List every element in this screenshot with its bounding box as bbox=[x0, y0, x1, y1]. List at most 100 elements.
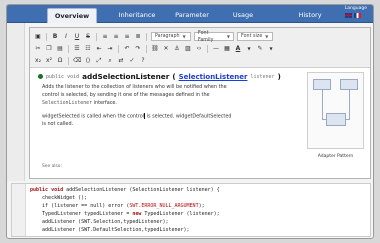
figure-caption: Adapter Pattern bbox=[317, 154, 354, 159]
method-modifiers: public void bbox=[46, 73, 80, 80]
paste-icon[interactable]: ▤ bbox=[56, 45, 64, 53]
code-text: TypedListener (listener); bbox=[141, 211, 220, 217]
code-text: TypedListener typedListener = bbox=[30, 211, 133, 217]
copy-icon[interactable]: ❐ bbox=[45, 45, 53, 53]
editor-content[interactable]: public void addSelectionListener ( Selec… bbox=[30, 69, 370, 178]
description-line: control is selected, by sending it one o… bbox=[42, 92, 210, 98]
rich-text-editor[interactable]: ▣ B I U S ≡ ≡ ≡ ≣ Paragraph ▼ Font Family… bbox=[29, 27, 371, 179]
tab-inheritance[interactable]: Inheritance bbox=[115, 8, 159, 23]
spellcheck-icon[interactable]: ✓ bbox=[128, 57, 136, 65]
indent-icon[interactable]: ⇥ bbox=[106, 45, 114, 53]
source-icon[interactable]: ⟨⟩ bbox=[84, 57, 92, 65]
special-char-icon[interactable]: Ω bbox=[56, 57, 64, 65]
text-cursor bbox=[144, 113, 146, 119]
code-line: addListener (SWT.Selection,typedListener… bbox=[30, 219, 169, 225]
highlight-color-icon[interactable]: ✎ bbox=[256, 45, 264, 53]
font-family-select[interactable]: Font Family ▼ bbox=[194, 30, 234, 43]
align-center-icon[interactable]: ≡ bbox=[112, 33, 120, 41]
method-bullet-icon bbox=[38, 74, 43, 79]
replace-icon[interactable]: ⇄ bbox=[117, 57, 125, 65]
code-text: addSelectionListener (SelectionListener … bbox=[63, 187, 220, 193]
param-name: listener bbox=[250, 73, 275, 80]
outdent-icon[interactable]: ⇤ bbox=[95, 45, 103, 53]
description-line: SelectionListener interface. bbox=[42, 100, 278, 108]
chevron-down-icon: ▼ bbox=[265, 34, 269, 39]
underline-icon[interactable]: U bbox=[73, 33, 81, 41]
superscript-icon[interactable]: x² bbox=[45, 57, 53, 65]
anchor-icon[interactable]: ⚓ bbox=[173, 45, 181, 53]
undo-icon[interactable]: ↶ bbox=[123, 45, 131, 53]
see-also-label: See also: bbox=[42, 164, 62, 169]
tab-bar: Overview Inheritance Parameter Usage His… bbox=[7, 5, 373, 23]
table-icon[interactable]: ▦ bbox=[223, 45, 231, 53]
chevron-down-icon[interactable]: ▼ bbox=[267, 45, 275, 53]
adapter-pattern-diagram-image bbox=[307, 72, 364, 149]
code-constant: SWT.ERROR_NULL_ARGUMENT bbox=[129, 203, 199, 209]
redo-icon[interactable]: ↷ bbox=[134, 45, 142, 53]
image-icon[interactable]: ▨ bbox=[184, 45, 192, 53]
code-icon[interactable]: ‹› bbox=[195, 45, 203, 53]
help-icon[interactable]: ? bbox=[139, 57, 147, 65]
link-icon[interactable]: ⛓ bbox=[151, 45, 159, 53]
italic-icon[interactable]: I bbox=[62, 33, 70, 41]
code-line: checkWidget (); bbox=[30, 195, 88, 201]
align-justify-icon[interactable]: ≣ bbox=[134, 33, 142, 41]
diagram-connector bbox=[322, 90, 323, 119]
code-keyword: public void bbox=[30, 187, 64, 193]
horizontal-rule-icon[interactable]: — bbox=[212, 45, 220, 53]
tab-usage[interactable]: Usage bbox=[227, 8, 259, 23]
diagram-connector bbox=[346, 119, 350, 120]
paragraph-select[interactable]: Paragraph ▼ bbox=[151, 32, 191, 41]
bullet-list-icon[interactable]: ☰ bbox=[73, 45, 81, 53]
bold-icon[interactable]: B bbox=[51, 33, 59, 41]
font-family-select-label: Font Family bbox=[198, 30, 214, 43]
diagram-connector bbox=[349, 90, 350, 119]
text-color-icon[interactable]: A bbox=[234, 45, 242, 53]
editor-toolbar: ▣ B I U S ≡ ≡ ≡ ≣ Paragraph ▼ Font Family… bbox=[30, 28, 370, 68]
toolbar-separator bbox=[96, 32, 97, 41]
subscript-icon[interactable]: x₂ bbox=[34, 57, 42, 65]
diagram-class-box bbox=[326, 113, 346, 126]
cut-icon[interactable]: ✂ bbox=[34, 45, 42, 53]
description-text: widgetDefaultSelected bbox=[175, 113, 232, 120]
unlink-icon[interactable]: ✕ bbox=[162, 45, 170, 53]
code-line: TypedListener typedListener = new TypedL… bbox=[30, 211, 220, 217]
align-left-icon[interactable]: ≡ bbox=[101, 33, 109, 41]
tab-overview[interactable]: Overview bbox=[47, 8, 97, 23]
numbered-list-icon[interactable]: ☷ bbox=[84, 45, 92, 53]
app-window: Overview Inheritance Parameter Usage His… bbox=[6, 4, 374, 239]
toolbar-separator bbox=[146, 44, 147, 53]
left-gutter bbox=[7, 23, 25, 181]
save-icon[interactable]: ▣ bbox=[34, 33, 42, 41]
fullscreen-icon[interactable]: ⤢ bbox=[95, 57, 103, 65]
strikethrough-icon[interactable]: S bbox=[84, 33, 92, 41]
description-text: widgetSelected is called when the contro… bbox=[42, 113, 145, 120]
source-code-view[interactable]: public void addSelectionListener (Select… bbox=[11, 183, 371, 237]
method-open-paren: ( bbox=[172, 72, 176, 81]
france-flag-icon[interactable] bbox=[353, 13, 361, 18]
method-signature: public void addSelectionListener ( Selec… bbox=[38, 72, 281, 81]
diagram-connector bbox=[322, 119, 326, 120]
chevron-down-icon[interactable]: ▼ bbox=[245, 45, 253, 53]
toolbar-separator bbox=[146, 32, 147, 41]
code-gutter bbox=[12, 184, 26, 236]
tab-parameter[interactable]: Parameter bbox=[171, 8, 213, 23]
param-type-link[interactable]: SelectionListener bbox=[179, 73, 248, 81]
chevron-down-icon: ▼ bbox=[226, 34, 230, 39]
language-label: Language bbox=[344, 6, 367, 11]
description-line: widgetSelected is called when the contro… bbox=[42, 113, 278, 121]
pattern-figure: Adapter Pattern bbox=[307, 72, 364, 162]
align-right-icon[interactable]: ≡ bbox=[123, 33, 131, 41]
toolbar-separator bbox=[118, 44, 119, 53]
find-icon[interactable]: ⌕ bbox=[106, 57, 114, 65]
clear-format-icon[interactable]: ⌫ bbox=[73, 57, 81, 65]
font-size-select[interactable]: Font size ▼ bbox=[237, 32, 273, 41]
toolbar-separator bbox=[207, 44, 208, 53]
diagram-class-box bbox=[313, 79, 331, 90]
diagram-class-box bbox=[340, 79, 358, 90]
tab-history[interactable]: History bbox=[291, 8, 329, 23]
language-selector: Language bbox=[344, 6, 367, 18]
code-line: public void addSelectionListener (Select… bbox=[30, 187, 220, 193]
uk-flag-icon[interactable] bbox=[344, 13, 352, 18]
paragraph-select-label: Paragraph bbox=[155, 34, 180, 39]
